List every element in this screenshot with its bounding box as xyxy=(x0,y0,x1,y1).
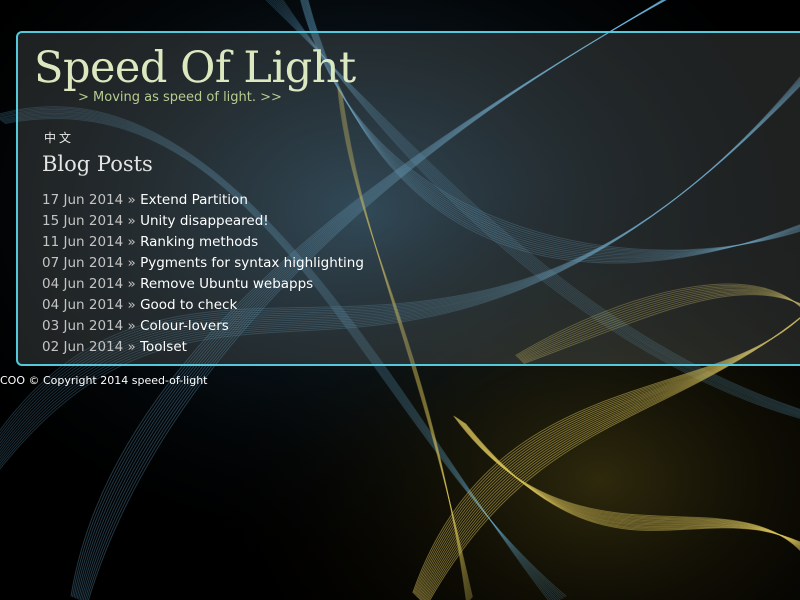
list-item: 11 Jun 2014 » Ranking methods xyxy=(42,232,364,253)
post-title-link[interactable]: Pygments for syntax highlighting xyxy=(140,255,364,271)
post-separator: » xyxy=(127,255,136,271)
post-date: 03 Jun 2014 xyxy=(42,318,124,334)
post-date: 02 Jun 2014 xyxy=(42,339,124,355)
list-item: 03 Jun 2014 » Colour-lovers xyxy=(42,316,364,337)
post-separator: » xyxy=(127,318,136,334)
post-title-link[interactable]: Remove Ubuntu webapps xyxy=(140,276,313,292)
post-separator: » xyxy=(127,339,136,355)
post-separator: » xyxy=(127,234,136,250)
language-switch-link[interactable]: 中文 xyxy=(44,129,74,146)
post-title-link[interactable]: Ranking methods xyxy=(140,234,258,250)
post-separator: » xyxy=(127,213,136,229)
post-title-link[interactable]: Colour-lovers xyxy=(140,318,229,334)
post-separator: » xyxy=(127,297,136,313)
list-item: 07 Jun 2014 » Pygments for syntax highli… xyxy=(42,253,364,274)
list-item: 17 Jun 2014 » Extend Partition xyxy=(42,190,364,211)
post-date: 15 Jun 2014 xyxy=(42,213,124,229)
post-date: 11 Jun 2014 xyxy=(42,234,124,250)
post-separator: » xyxy=(127,192,136,208)
post-date: 07 Jun 2014 xyxy=(42,255,124,271)
header-panel: Speed Of Light > Moving as speed of ligh… xyxy=(16,31,800,366)
post-title-link[interactable]: Unity disappeared! xyxy=(140,213,269,229)
post-date: 17 Jun 2014 xyxy=(42,192,124,208)
site-title[interactable]: Speed Of Light xyxy=(34,43,356,93)
list-item: 04 Jun 2014 » Remove Ubuntu webapps xyxy=(42,274,364,295)
list-item: 15 Jun 2014 » Unity disappeared! xyxy=(42,211,364,232)
blog-posts-heading: Blog Posts xyxy=(42,152,153,176)
list-item: 02 Jun 2014 » Toolset xyxy=(42,337,364,358)
list-item: 04 Jun 2014 » Good to check xyxy=(42,295,364,316)
post-list: 17 Jun 2014 » Extend Partition 15 Jun 201… xyxy=(42,190,364,358)
post-date: 04 Jun 2014 xyxy=(42,276,124,292)
post-title-link[interactable]: Extend Partition xyxy=(140,192,248,208)
post-separator: » xyxy=(127,276,136,292)
post-title-link[interactable]: Toolset xyxy=(140,339,187,355)
post-title-link[interactable]: Good to check xyxy=(140,297,237,313)
post-date: 04 Jun 2014 xyxy=(42,297,124,313)
site-tagline: > Moving as speed of light. >> xyxy=(78,90,282,105)
footer-copyright: COO © Copyright 2014 speed-of-light xyxy=(0,374,208,387)
